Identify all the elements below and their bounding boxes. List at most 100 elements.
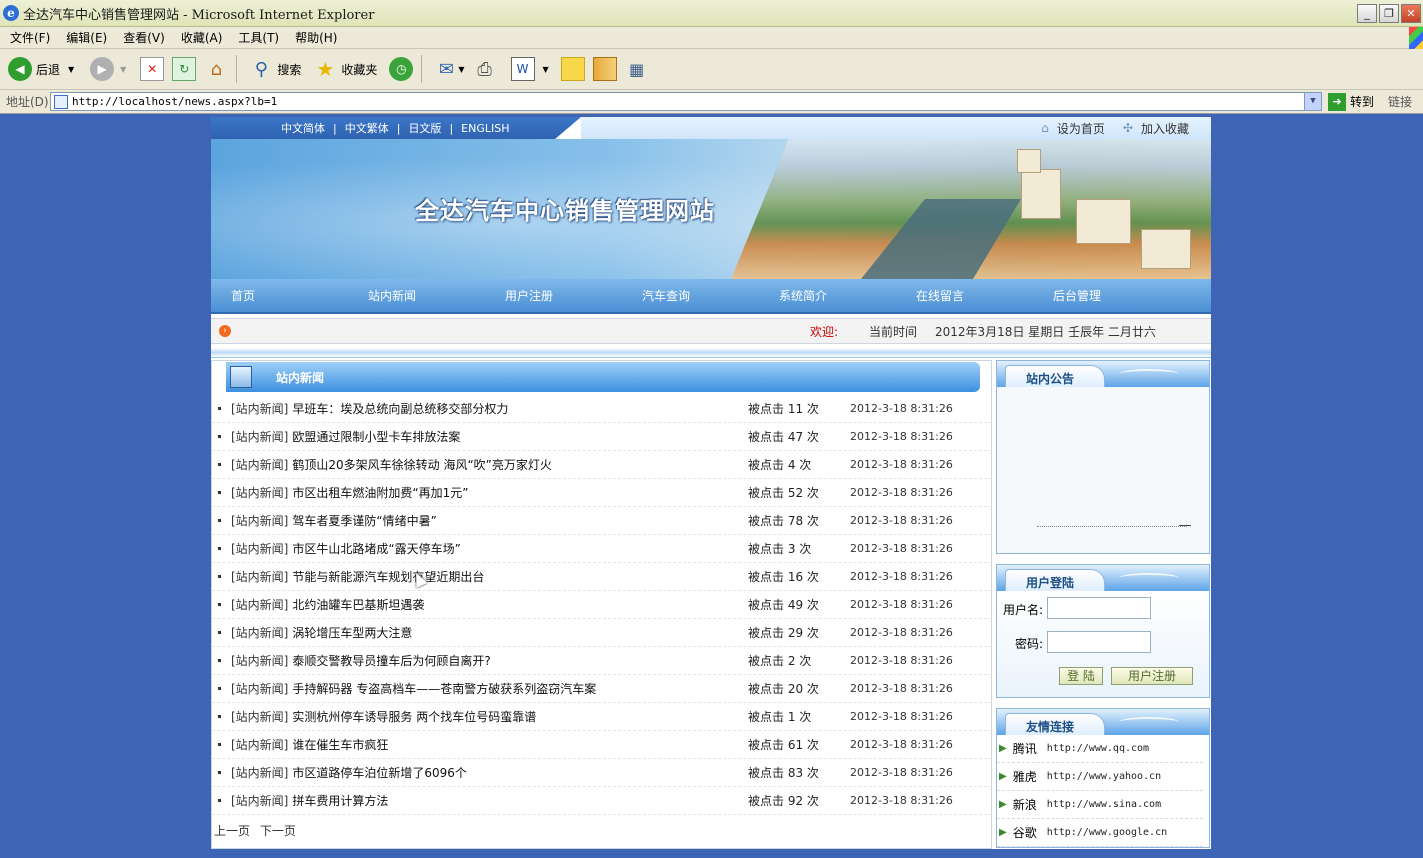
lang-traditional-link[interactable]: 中文繁体 — [345, 120, 389, 136]
friend-link-row[interactable]: ▶ 腾讯 http://www.qq.com — [997, 735, 1203, 763]
news-category[interactable]: [站内新闻] — [231, 764, 288, 781]
friend-link-url[interactable]: http://www.google.cn — [1047, 827, 1167, 838]
close-button[interactable]: ✕ — [1401, 4, 1421, 23]
menu-file[interactable]: 文件(F) — [10, 29, 50, 46]
friend-link-url[interactable]: http://www.yahoo.cn — [1047, 771, 1161, 782]
menu-edit[interactable]: 编辑(E) — [66, 29, 107, 46]
news-category[interactable]: [站内新闻] — [231, 512, 288, 529]
news-title-link[interactable]: 早班车：埃及总统向副总统移交部分权力 — [292, 400, 508, 417]
password-input[interactable] — [1047, 631, 1151, 653]
news-category[interactable]: [站内新闻] — [231, 596, 288, 613]
nav-register[interactable]: 用户注册 — [485, 287, 622, 304]
back-button[interactable]: ◀ 后退 ▼ — [8, 57, 74, 81]
news-title-link[interactable]: 谁在催生车市疯狂 — [292, 736, 388, 753]
news-category[interactable]: [站内新闻] — [231, 568, 288, 585]
news-category[interactable]: [站内新闻] — [231, 792, 288, 809]
news-title-link[interactable]: 市区出租车燃油附加费“再加1元” — [292, 484, 468, 501]
address-input[interactable]: http://localhost/news.aspx?lb=1 ▼ — [50, 92, 1322, 111]
next-page-link[interactable]: 下一页 — [260, 824, 296, 838]
login-body: 用户名: 密码: 登 陆 用户注册 — [997, 591, 1209, 697]
bullet-icon — [218, 715, 221, 718]
news-title-link[interactable]: 驾车者夏季谨防“情绪中暑” — [292, 512, 436, 529]
friend-link-name[interactable]: 雅虎 — [1013, 768, 1047, 785]
mail-dropdown-icon[interactable]: ▼ — [458, 65, 464, 74]
links-button[interactable]: 链接 — [1388, 93, 1412, 110]
news-title-link[interactable]: 市区牛山北路堵成“露天停车场” — [292, 540, 460, 557]
friend-link-name[interactable]: 腾讯 — [1013, 740, 1047, 757]
news-row: [站内新闻] 市区道路停车泊位新增了6096个 被点击 83 次 2012-3-18 … — [212, 759, 992, 787]
back-dropdown-icon[interactable]: ▼ — [68, 65, 74, 74]
news-title-link[interactable]: 实测杭州停车诱导服务 两个找车位号码蛮靠谱 — [292, 708, 536, 725]
news-title-link[interactable]: 节能与新能源汽车规划有望近期出台 — [292, 568, 484, 585]
news-category[interactable]: [站内新闻] — [231, 680, 288, 697]
nav-car-search[interactable]: 汽车查询 — [622, 287, 759, 304]
favorites-button[interactable]: ★ 收藏夹 — [313, 57, 377, 81]
news-category[interactable]: [站内新闻] — [231, 540, 288, 557]
news-title-link[interactable]: 市区道路停车泊位新增了6096个 — [292, 764, 467, 781]
news-title-link[interactable]: 拼车费用计算方法 — [292, 792, 388, 809]
history-button[interactable]: ◷ — [389, 57, 414, 81]
mail-button[interactable]: ✉ ▼ — [434, 57, 465, 81]
menu-help[interactable]: 帮助(H) — [295, 29, 337, 46]
go-button[interactable]: ➜ 转到 — [1328, 92, 1374, 111]
maximize-button[interactable]: ❐ — [1379, 4, 1399, 23]
nav-home[interactable]: 首页 — [211, 287, 348, 304]
lang-english-link[interactable]: ENGLISH — [461, 122, 509, 135]
bullet-icon — [218, 659, 221, 662]
friend-link-row[interactable]: ▶ 谷歌 http://www.google.cn — [997, 819, 1203, 847]
news-row: [站内新闻] 北约油罐车巴基斯坦遇袭 被点击 49 次 2012-3-18 8:31:… — [212, 591, 992, 619]
nav-admin[interactable]: 后台管理 — [1033, 287, 1170, 304]
news-category[interactable]: [站内新闻] — [231, 428, 288, 445]
prev-page-link[interactable]: 上一页 — [214, 824, 250, 838]
menu-tools[interactable]: 工具(T) — [238, 29, 279, 46]
news-title-link[interactable]: 手持解码器 专盗高档车——苍南警方破获系列盗窃汽车案 — [292, 680, 596, 697]
nav-about[interactable]: 系统简介 — [759, 287, 896, 304]
refresh-button[interactable]: ↻ — [172, 57, 197, 81]
edit-button[interactable]: W ▼ — [510, 57, 549, 81]
edit-dropdown-icon[interactable]: ▼ — [543, 65, 549, 74]
add-favorite-link[interactable]: 加入收藏 — [1141, 120, 1189, 137]
set-home-link[interactable]: 设为首页 — [1057, 120, 1105, 137]
arrow-icon: ▶ — [999, 743, 1007, 754]
username-input[interactable] — [1047, 597, 1151, 619]
stop-button[interactable]: ✕ — [140, 57, 165, 81]
research-button[interactable] — [592, 57, 617, 81]
news-title-link[interactable]: 鹤顶山20多架风车徐徐转动 海风“吹”亮万家灯火 — [292, 456, 552, 473]
news-category[interactable]: [站内新闻] — [231, 456, 288, 473]
menu-view[interactable]: 查看(V) — [123, 29, 165, 46]
news-category[interactable]: [站内新闻] — [231, 736, 288, 753]
discuss-button[interactable] — [560, 57, 585, 81]
lang-simplified-link[interactable]: 中文简体 — [281, 120, 325, 136]
nav-guestbook[interactable]: 在线留言 — [896, 287, 1033, 304]
register-button[interactable]: 用户注册 — [1111, 667, 1193, 685]
news-title-link[interactable]: 欧盟通过限制小型卡车排放法案 — [292, 428, 460, 445]
news-row: [站内新闻] 拼车费用计算方法 被点击 92 次 2012-3-18 8:31:26 — [212, 787, 992, 815]
friend-link-url[interactable]: http://www.sina.com — [1047, 799, 1161, 810]
news-title-link[interactable]: 北约油罐车巴基斯坦遇袭 — [292, 596, 424, 613]
login-panel: 用户登陆 用户名: 密码: 登 陆 用户注册 — [996, 564, 1210, 698]
login-button[interactable]: 登 陆 — [1059, 667, 1103, 685]
forward-button[interactable]: ▶ ▼ — [90, 57, 126, 81]
print-button[interactable]: ⎙ — [473, 57, 497, 81]
news-title-link[interactable]: 涡轮增压车型两大注意 — [292, 624, 412, 641]
messenger-button[interactable]: ▦ — [625, 57, 649, 81]
news-category[interactable]: [站内新闻] — [231, 400, 288, 417]
lang-japanese-link[interactable]: 日文版 — [408, 120, 441, 136]
home-button[interactable]: ⌂ — [204, 57, 228, 81]
news-category[interactable]: [站内新闻] — [231, 624, 288, 641]
banner-building — [1141, 229, 1191, 269]
news-category[interactable]: [站内新闻] — [231, 652, 288, 669]
friend-link-url[interactable]: http://www.qq.com — [1047, 743, 1149, 754]
news-category[interactable]: [站内新闻] — [231, 484, 288, 501]
friend-link-name[interactable]: 新浪 — [1013, 796, 1047, 813]
news-category[interactable]: [站内新闻] — [231, 708, 288, 725]
news-title-link[interactable]: 泰顺交警教导员撞车后为何顾自离开? — [292, 652, 490, 669]
friend-link-name[interactable]: 谷歌 — [1013, 824, 1047, 841]
nav-news[interactable]: 站内新闻 — [348, 287, 485, 304]
friend-link-row[interactable]: ▶ 雅虎 http://www.yahoo.cn — [997, 763, 1203, 791]
friend-link-row[interactable]: ▶ 新浪 http://www.sina.com — [997, 791, 1203, 819]
minimize-button[interactable]: _ — [1357, 4, 1377, 23]
menu-favorites[interactable]: 收藏(A) — [181, 29, 223, 46]
address-dropdown-icon[interactable]: ▼ — [1304, 93, 1321, 110]
search-button[interactable]: ⚲ 搜索 — [249, 57, 302, 81]
